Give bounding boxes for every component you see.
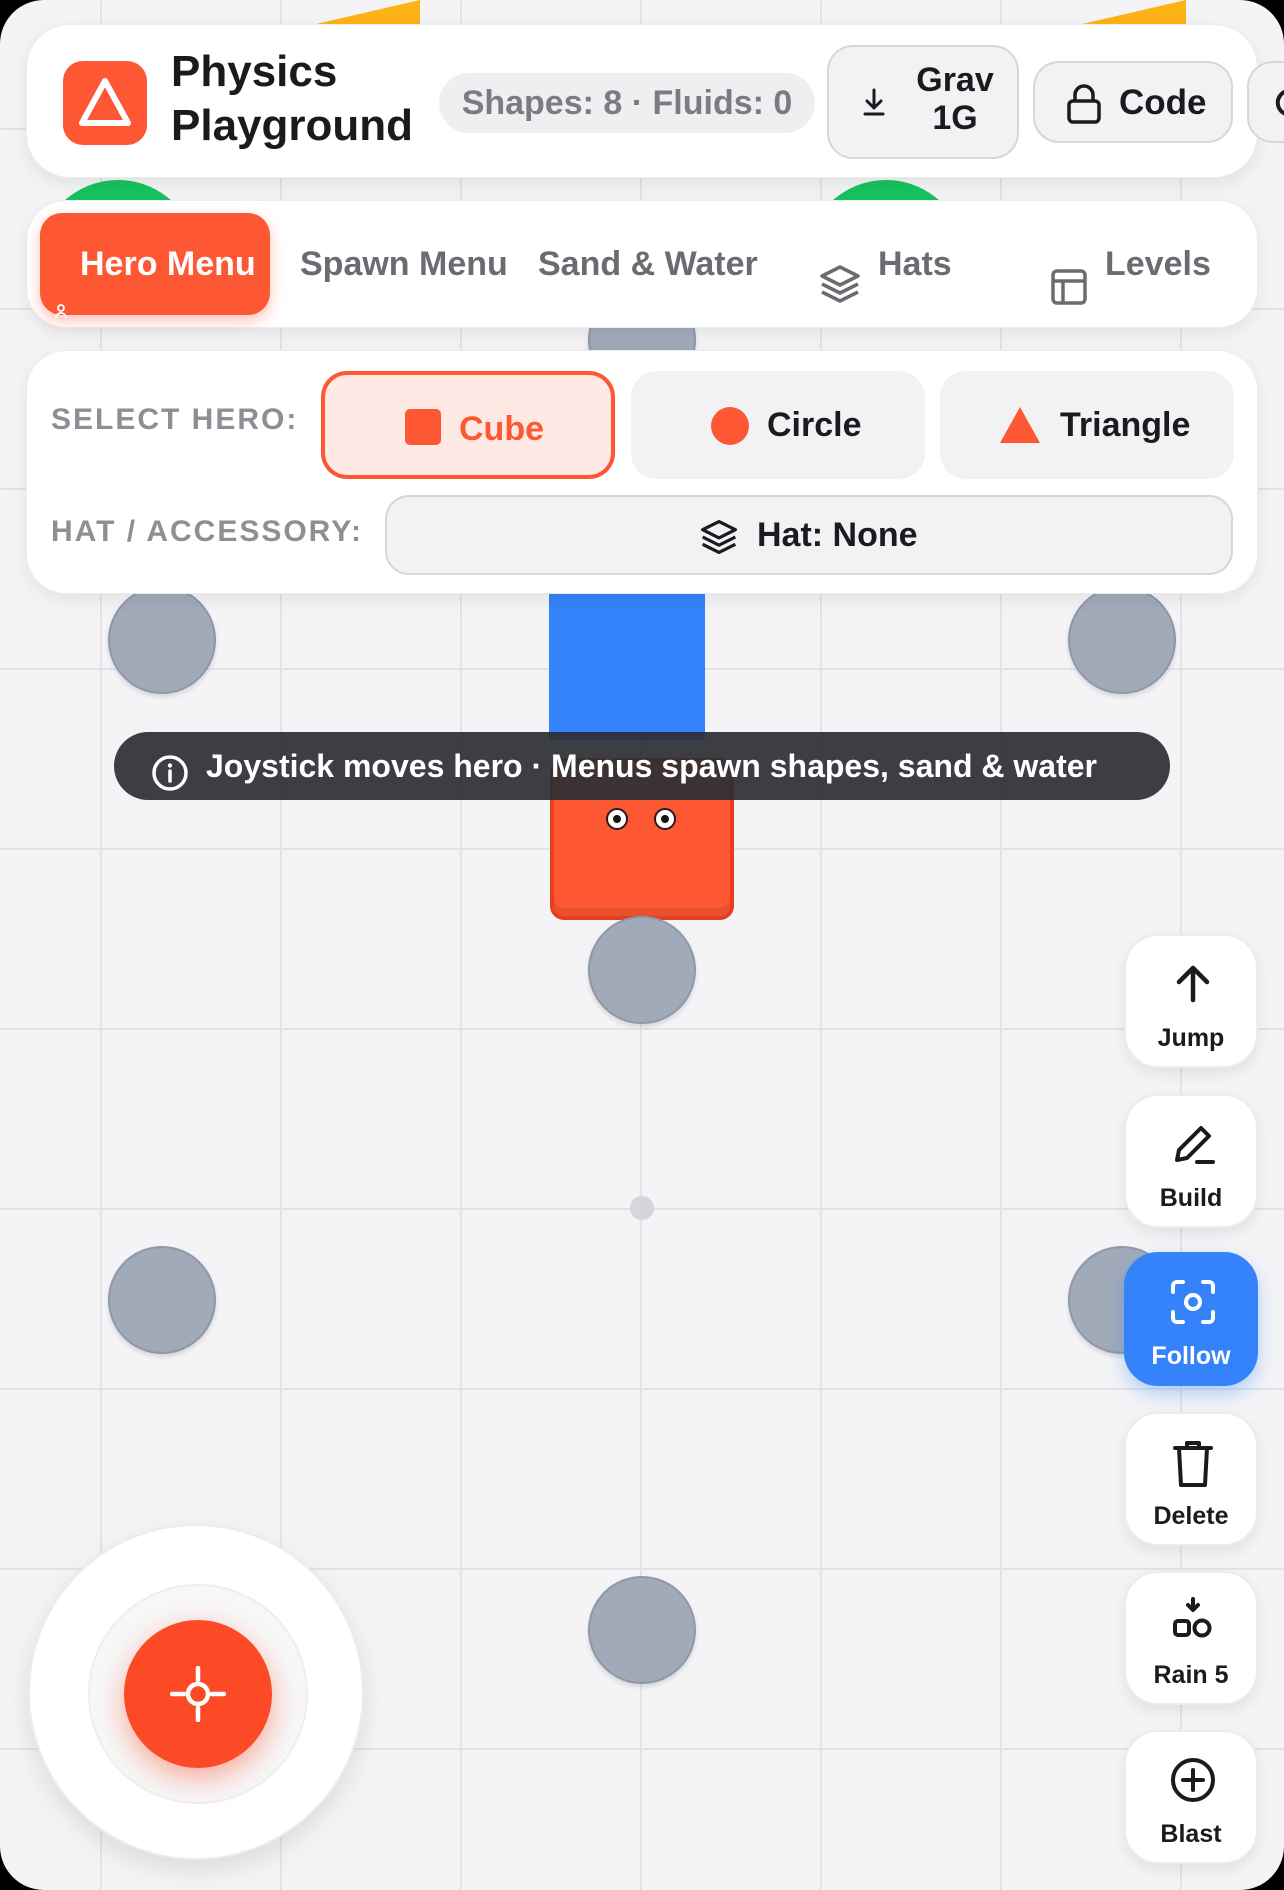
hero-option-label: Circle	[767, 406, 862, 444]
circle-icon	[711, 407, 749, 445]
hero-eye	[606, 808, 628, 830]
peg	[588, 1576, 696, 1684]
plus-circle-icon	[1169, 1756, 1217, 1809]
select-hero-label: SELECT HERO:	[51, 403, 299, 436]
blast-button[interactable]: Blast	[1124, 1730, 1258, 1864]
peg	[108, 1246, 216, 1354]
code-label: Code	[1119, 83, 1207, 122]
tab-label: Hats	[878, 245, 952, 283]
gravity-button[interactable]: Grav 1G	[827, 45, 1019, 159]
jump-label: Jump	[1157, 1024, 1225, 1052]
joystick[interactable]	[28, 1524, 364, 1860]
gravity-label: Grav 1G	[916, 61, 994, 137]
arrow-up-icon	[1169, 960, 1217, 1013]
delete-button[interactable]: Delete	[1124, 1412, 1258, 1546]
tab-label: Spawn Menu	[300, 245, 508, 283]
layout-icon	[1049, 245, 1089, 347]
shapes-drop-icon	[1169, 1597, 1217, 1650]
tab-sand-water[interactable]: Sand & Water	[538, 213, 758, 315]
hero-option-cube[interactable]: Cube	[321, 371, 615, 479]
trash-icon	[1169, 1438, 1217, 1495]
build-label: Build	[1159, 1184, 1223, 1212]
hint-toast: Joystick moves hero · Menus spawn shapes…	[114, 732, 1170, 800]
build-button[interactable]: Build	[1124, 1094, 1258, 1228]
layers-icon	[699, 517, 739, 566]
code-button[interactable]: Code	[1033, 61, 1233, 143]
tab-spawn-menu[interactable]: Spawn Menu	[300, 213, 508, 315]
person-icon	[54, 257, 68, 359]
tab-label: Levels	[1105, 245, 1211, 283]
joystick-knob[interactable]	[124, 1620, 272, 1768]
peg	[108, 586, 216, 694]
info-icon	[150, 748, 190, 816]
game-screen: Physics Playground Shapes: 8 · Fluids: 0…	[0, 0, 1284, 1890]
hero-option-label: Cube	[459, 410, 544, 448]
crosshair-icon	[170, 1666, 226, 1722]
tab-hero-menu[interactable]: Hero Menu	[40, 213, 270, 319]
peg	[1068, 586, 1176, 694]
follow-label: Follow	[1151, 1342, 1231, 1370]
peg	[588, 916, 696, 1024]
delete-label: Delete	[1153, 1502, 1229, 1530]
download-arrow-icon	[861, 87, 887, 122]
hero-option-circle[interactable]: Circle	[631, 371, 925, 479]
tab-label: Sand & Water	[538, 245, 758, 283]
reset-button[interactable]	[1247, 61, 1284, 143]
rain-button[interactable]: Rain 5	[1124, 1571, 1258, 1705]
hero-eye	[654, 808, 676, 830]
reset-icon	[1269, 83, 1284, 128]
app-header: Physics Playground Shapes: 8 · Fluids: 0…	[26, 24, 1284, 178]
layers-icon	[818, 243, 862, 345]
hat-value: Hat: None	[757, 516, 918, 554]
world-center-marker	[630, 1196, 654, 1220]
hero-option-triangle[interactable]: Triangle	[940, 371, 1234, 479]
follow-button[interactable]: Follow	[1124, 1252, 1258, 1386]
hint-text: Joystick moves hero · Menus spawn shapes…	[206, 748, 1097, 784]
stats-badge: Shapes: 8 · Fluids: 0	[439, 73, 815, 133]
hero-menu-panel: SELECT HERO: Cube Circle Triangle HAT / …	[26, 350, 1258, 594]
triangle-outline-icon	[63, 61, 147, 145]
rain-label: Rain 5	[1153, 1661, 1229, 1689]
app-title: Physics Playground	[171, 47, 414, 150]
hero-option-label: Triangle	[1060, 406, 1191, 444]
focus-icon	[1169, 1278, 1217, 1331]
lock-icon	[1065, 83, 1103, 130]
triangle-icon	[1000, 407, 1040, 443]
blue-block-shape	[549, 590, 705, 740]
hat-select-button[interactable]: Hat: None	[385, 495, 1233, 575]
tab-label: Hero Menu	[80, 245, 256, 283]
square-icon	[405, 409, 441, 445]
blast-label: Blast	[1160, 1820, 1222, 1848]
hat-accessory-label: HAT / ACCESSORY:	[51, 515, 364, 548]
menu-tabs: Hero Menu Spawn Menu Sand & Water Hats L…	[26, 200, 1258, 328]
pencil-icon	[1169, 1120, 1217, 1173]
jump-button[interactable]: Jump	[1124, 934, 1258, 1068]
